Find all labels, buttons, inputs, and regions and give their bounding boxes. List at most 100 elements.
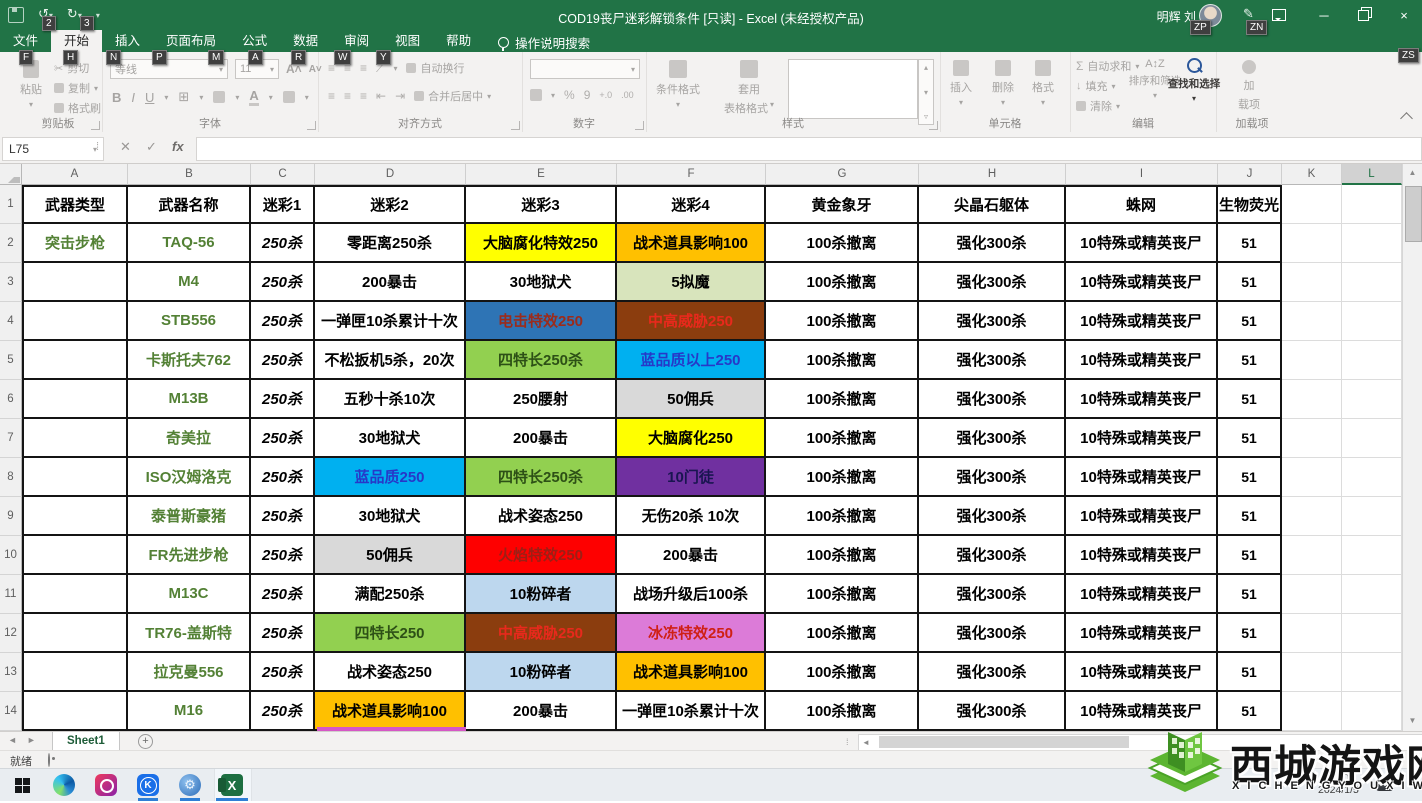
tell-me-search[interactable]: 操作说明搜索	[498, 33, 590, 52]
cell-K8[interactable]	[1282, 458, 1342, 497]
number-dialog-launcher[interactable]	[635, 121, 644, 130]
cell-B7[interactable]: 奇美拉	[128, 419, 251, 458]
sheet-nav-arrows[interactable]: ◄►	[8, 735, 46, 745]
taskbar-app-red-icon[interactable]	[94, 773, 118, 797]
name-box[interactable]: L75 ▾	[2, 137, 104, 161]
row-header-13[interactable]: 13	[0, 653, 22, 692]
comma-style-icon[interactable]: 9	[584, 88, 591, 102]
decrease-decimal-icon[interactable]: .00	[621, 90, 634, 100]
scroll-left-icon[interactable]: ◄	[862, 738, 870, 747]
cell-G6[interactable]: 100杀撤离	[766, 380, 919, 419]
ribbon-display-options-button[interactable]	[1263, 0, 1295, 30]
tab-help[interactable]: 帮助	[433, 30, 484, 52]
close-button[interactable]: ×	[1388, 0, 1420, 30]
gallery-up-icon[interactable]: ▴	[924, 63, 928, 72]
underline-button[interactable]: U	[145, 90, 154, 105]
horizontal-scrollbar[interactable]: ◄	[858, 734, 1422, 751]
align-center-icon[interactable]: ≡	[344, 89, 351, 103]
cell-F11[interactable]: 战场升级后100杀	[617, 575, 766, 614]
cell-B6[interactable]: M13B	[128, 380, 251, 419]
cell-J13[interactable]: 51	[1218, 653, 1282, 692]
cell-C10[interactable]: 250杀	[251, 536, 315, 575]
italic-button[interactable]: I	[131, 90, 135, 105]
maximize-button[interactable]	[1347, 0, 1379, 30]
cell-H5[interactable]: 强化300杀	[919, 341, 1066, 380]
notification-center-icon[interactable]: 2	[1376, 776, 1393, 791]
cell-K2[interactable]	[1282, 224, 1342, 263]
cell-B4[interactable]: STB556	[128, 302, 251, 341]
cell-L14[interactable]	[1342, 692, 1402, 731]
cell-H11[interactable]: 强化300杀	[919, 575, 1066, 614]
fill-color-icon[interactable]	[213, 91, 225, 103]
accounting-format-icon[interactable]	[530, 89, 542, 101]
cell-K5[interactable]	[1282, 341, 1342, 380]
cell-C6[interactable]: 250杀	[251, 380, 315, 419]
cell-G8[interactable]: 100杀撤离	[766, 458, 919, 497]
cell-E11[interactable]: 10粉碎者	[466, 575, 617, 614]
cancel-entry-icon[interactable]: ✕	[120, 139, 131, 155]
cell-F12[interactable]: 冰冻特效250	[617, 614, 766, 653]
addins-button[interactable]: 加载项	[1238, 60, 1260, 112]
cell-C2[interactable]: 250杀	[251, 224, 315, 263]
copy-button[interactable]: 复制▾	[54, 80, 101, 96]
cell-styles-gallery[interactable]	[788, 59, 918, 119]
cell-H14[interactable]: 强化300杀	[919, 692, 1066, 731]
alignment-dialog-launcher[interactable]	[511, 121, 520, 130]
cell-I11[interactable]: 10特殊或精英丧尸	[1066, 575, 1218, 614]
enter-entry-icon[interactable]: ✓	[146, 139, 157, 155]
phonetic-guide-icon[interactable]	[283, 91, 295, 103]
cell-H2[interactable]: 强化300杀	[919, 224, 1066, 263]
styles-dialog-launcher[interactable]	[929, 121, 938, 130]
cell-A14[interactable]	[22, 692, 128, 731]
cell-B3[interactable]: M4	[128, 263, 251, 302]
cell-I2[interactable]: 10特殊或精英丧尸	[1066, 224, 1218, 263]
cell-L10[interactable]	[1342, 536, 1402, 575]
h-scrollbar-divider[interactable]: ⁞	[846, 737, 849, 747]
cell-B5[interactable]: 卡斯托夫762	[128, 341, 251, 380]
cell-K4[interactable]	[1282, 302, 1342, 341]
save-icon[interactable]	[8, 7, 24, 23]
cell-K11[interactable]	[1282, 575, 1342, 614]
cell-J2[interactable]: 51	[1218, 224, 1282, 263]
cell-E10[interactable]: 火焰特效250	[466, 536, 617, 575]
cell-I7[interactable]: 10特殊或精英丧尸	[1066, 419, 1218, 458]
cell-E2[interactable]: 大脑腐化特效250	[466, 224, 617, 263]
cell-H8[interactable]: 强化300杀	[919, 458, 1066, 497]
cell-J9[interactable]: 51	[1218, 497, 1282, 536]
cell-F13[interactable]: 战术道具影响100	[617, 653, 766, 692]
borders-button[interactable]: ⊞	[178, 89, 189, 105]
align-right-icon[interactable]: ≡	[360, 89, 367, 103]
column-header-I[interactable]: I	[1066, 164, 1218, 185]
row-header-6[interactable]: 6	[0, 380, 22, 419]
cell-G12[interactable]: 100杀撤离	[766, 614, 919, 653]
cell-B8[interactable]: ISO汉姆洛克	[128, 458, 251, 497]
cell-D11[interactable]: 满配250杀	[315, 575, 466, 614]
cell-F8[interactable]: 10门徒	[617, 458, 766, 497]
cell-L13[interactable]	[1342, 653, 1402, 692]
cell-D9[interactable]: 30地狱犬	[315, 497, 466, 536]
align-left-icon[interactable]: ≡	[328, 89, 335, 103]
cell-D4[interactable]: 一弹匣10杀累计十次	[315, 302, 466, 341]
column-header-A[interactable]: A	[22, 164, 128, 185]
increase-decimal-icon[interactable]: +.0	[599, 90, 612, 100]
qat-customize-icon[interactable]: ▾	[96, 11, 100, 20]
column-header-D[interactable]: D	[315, 164, 466, 185]
cell-D7[interactable]: 30地狱犬	[315, 419, 466, 458]
row-header-10[interactable]: 10	[0, 536, 22, 575]
cell-L2[interactable]	[1342, 224, 1402, 263]
cell-C8[interactable]: 250杀	[251, 458, 315, 497]
cell-E7[interactable]: 200暴击	[466, 419, 617, 458]
cell-C4[interactable]: 250杀	[251, 302, 315, 341]
cell-K3[interactable]	[1282, 263, 1342, 302]
cell-C12[interactable]: 250杀	[251, 614, 315, 653]
tray-clock[interactable]: 4:10 2024/1/5	[1318, 772, 1359, 796]
cell-B9[interactable]: 泰普斯豪猪	[128, 497, 251, 536]
cell-L11[interactable]	[1342, 575, 1402, 614]
cell-E14[interactable]: 200暴击	[466, 692, 617, 731]
cell-A2[interactable]: 突击步枪	[22, 224, 128, 263]
cell-C14[interactable]: 250杀	[251, 692, 315, 731]
start-button[interactable]	[10, 773, 34, 797]
cell-F5[interactable]: 蓝品质以上250	[617, 341, 766, 380]
paste-button[interactable]: 粘贴▾	[20, 60, 42, 109]
cell-E6[interactable]: 250腰射	[466, 380, 617, 419]
